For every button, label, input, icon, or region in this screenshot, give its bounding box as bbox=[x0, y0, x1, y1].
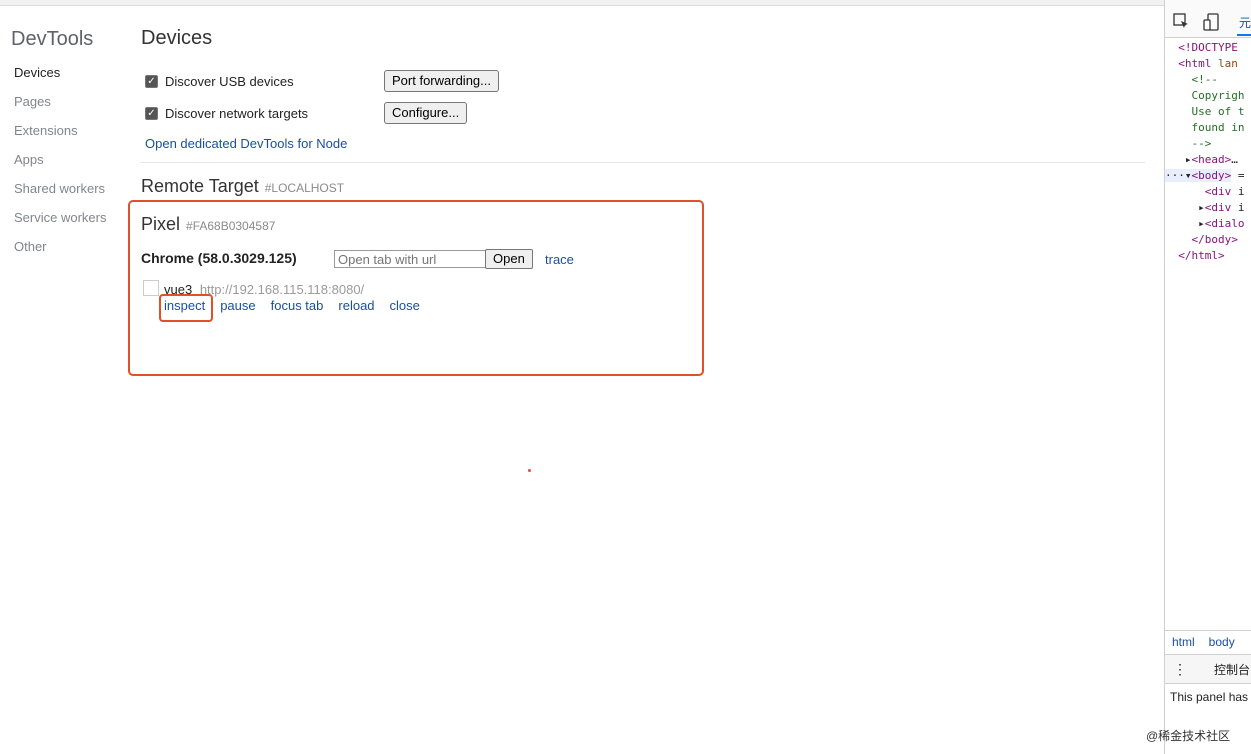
tab-elements[interactable]: 元 bbox=[1239, 14, 1251, 31]
dom-tree: <!DOCTYPE <html lan <!-- Copyrigh Use of… bbox=[1165, 41, 1245, 262]
watermark: @稀金技术社区 bbox=[1146, 729, 1231, 743]
sidebar-nav: Devices Pages Extensions Apps Shared wor… bbox=[14, 66, 106, 269]
remote-target-id: #LOCALHOST bbox=[264, 181, 345, 195]
discover-network-checkbox[interactable]: ✓ bbox=[145, 106, 158, 120]
devices-heading: Devices bbox=[141, 27, 213, 49]
drawer-toolbar: ⋮ 控制台 bbox=[1165, 654, 1251, 684]
devtools-toolbar: 元 bbox=[1165, 0, 1251, 38]
tab-console[interactable]: 控制台 bbox=[1214, 661, 1250, 678]
more-tools-icon[interactable]: ⋮ bbox=[1173, 661, 1188, 678]
inspect-element-icon[interactable] bbox=[1173, 13, 1189, 29]
discover-usb-checkbox[interactable]: ✓ bbox=[145, 74, 158, 88]
discover-network-row: ✓ Discover network targets bbox=[145, 101, 308, 125]
sidebar-item-extensions[interactable]: Extensions bbox=[14, 124, 106, 153]
app-title: DevTools bbox=[11, 28, 94, 50]
breadcrumb-html[interactable]: html bbox=[1172, 635, 1195, 649]
sidebar-item-devices[interactable]: Devices bbox=[14, 66, 106, 95]
remote-target-header: Remote Target #LOCALHOST bbox=[141, 176, 344, 197]
discover-usb-row: ✓ Discover USB devices bbox=[145, 69, 294, 93]
breadcrumb-body[interactable]: body bbox=[1209, 635, 1235, 649]
configure-button[interactable]: Configure... bbox=[384, 102, 468, 124]
sidebar-item-apps[interactable]: Apps bbox=[14, 153, 106, 182]
active-tab-indicator bbox=[1237, 34, 1251, 36]
inspect-highlight-box bbox=[159, 294, 213, 322]
window-top-bar bbox=[0, 0, 1165, 6]
sidebar-item-service-workers[interactable]: Service workers bbox=[14, 211, 106, 240]
divider bbox=[141, 162, 1145, 163]
sidebar-item-shared-workers[interactable]: Shared workers bbox=[14, 182, 106, 211]
port-forwarding-button[interactable]: Port forwarding... bbox=[384, 70, 499, 92]
device-toolbar-icon[interactable] bbox=[1203, 13, 1219, 31]
device-highlight-box bbox=[128, 200, 704, 376]
red-dot bbox=[528, 469, 531, 472]
discover-network-label: Discover network targets bbox=[165, 105, 309, 121]
sidebar-item-other[interactable]: Other bbox=[14, 240, 106, 269]
open-node-devtools-link[interactable]: Open dedicated DevTools for Node bbox=[145, 136, 347, 151]
sidebar: DevTools Devices Pages Extensions Apps S… bbox=[0, 6, 128, 754]
breadcrumb: html body bbox=[1165, 630, 1251, 652]
devtools-panel: 元 <!DOCTYPE <html lan <!-- Copyrigh Use … bbox=[1164, 0, 1251, 754]
discover-usb-label: Discover USB devices bbox=[165, 73, 294, 89]
remote-target-heading: Remote Target bbox=[141, 176, 259, 196]
sidebar-item-pages[interactable]: Pages bbox=[14, 95, 106, 124]
panel-message: This panel has bbox=[1170, 690, 1249, 704]
